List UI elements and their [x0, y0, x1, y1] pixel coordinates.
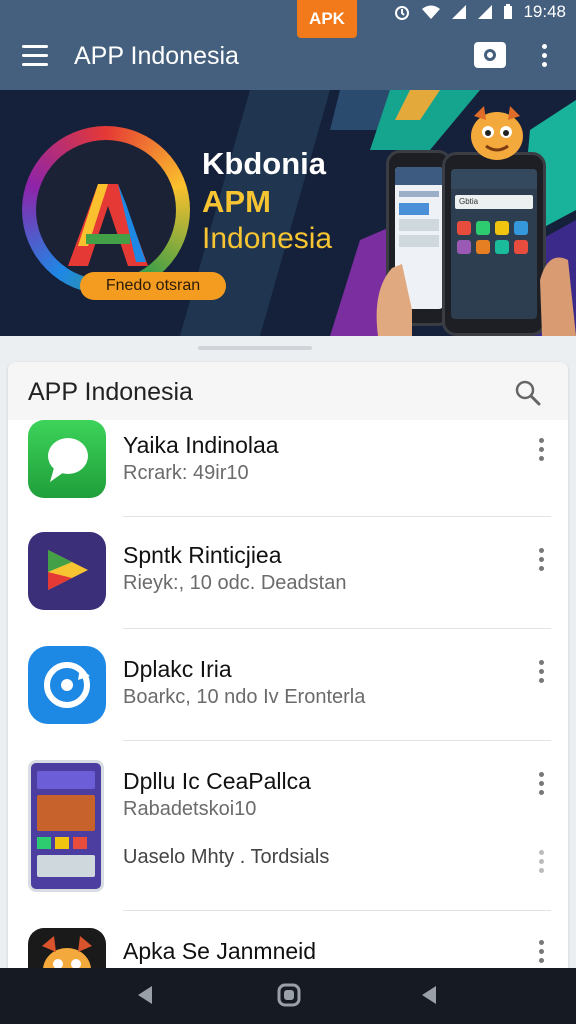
item-name: Spntk Rinticjiea	[123, 542, 282, 568]
divider	[123, 628, 551, 629]
divider	[123, 516, 551, 517]
status-icons: 19:48	[393, 2, 566, 22]
item-more-icon[interactable]	[536, 772, 546, 800]
home-nav-icon[interactable]	[276, 982, 302, 1008]
camera-icon[interactable]	[474, 42, 506, 68]
phone-search-bar: Gbtia	[455, 195, 533, 209]
hand-illustration	[376, 257, 576, 336]
chat-app-icon	[28, 420, 106, 498]
item-more-icon[interactable]	[536, 660, 546, 688]
app-bar: APP Indonesia	[0, 26, 576, 90]
item-detail: Uaselo Mhty . Tordsials	[123, 846, 330, 868]
game-app-screenshot	[28, 760, 104, 892]
list-title: APP Indonesia	[28, 378, 193, 406]
item-subtitle: Rieyk:, 10 odc. Deadstan	[123, 572, 347, 594]
sync-app-icon	[28, 646, 106, 724]
banner-cta-button[interactable]: Fnedo otsran	[80, 272, 226, 300]
banner-headline-accent: APM	[202, 184, 271, 219]
list-item[interactable]: Dpllu Ic CeaPallca Rabadetskoi10 Uaselo …	[8, 754, 568, 904]
list-header: APP Indonesia	[8, 362, 568, 420]
list-item[interactable]: Yaika Indinolaa Rcrark: 49ir10	[8, 420, 568, 516]
alarm-icon	[395, 6, 410, 20]
item-subtitle: Boarkc, 10 ndo Iv Eronterla	[123, 686, 366, 708]
mascot-character-icon	[471, 106, 523, 160]
search-icon[interactable]	[515, 380, 541, 406]
item-more-icon[interactable]	[536, 940, 546, 968]
app-list-card: APP Indonesia Yaika Indinolaa Rcrark: 49…	[8, 362, 568, 982]
back-nav-icon[interactable]	[132, 982, 158, 1008]
app-logo	[22, 126, 190, 294]
item-more-icon-secondary[interactable]	[536, 850, 546, 878]
signal2-icon	[478, 5, 493, 19]
play-app-icon	[28, 532, 106, 610]
status-bar: 19:48	[0, 0, 576, 26]
banner-subheadline: Indonesia	[202, 222, 333, 255]
logo-a-icon	[68, 184, 148, 266]
overflow-menu-icon[interactable]	[538, 44, 550, 72]
item-name: Dpllu Ic CeaPallca	[123, 768, 311, 794]
item-name: Yaika Indinolaa	[123, 432, 279, 458]
item-subtitle: Rcrark: 49ir10	[123, 462, 249, 484]
list-item[interactable]: Dplakc Iria Boarkc, 10 ndo Iv Eronterla	[8, 642, 568, 740]
signal-icon	[452, 5, 467, 19]
recents-nav-icon[interactable]	[416, 982, 442, 1008]
status-time: 19:48	[523, 2, 566, 21]
banner-headline: Kbdonia	[202, 146, 326, 181]
item-name: Apka Se Janmneid	[123, 938, 317, 964]
promo-banner[interactable]: Fnedo otsran Kbdonia APM Indonesia Gbtia	[0, 90, 576, 336]
item-more-icon[interactable]	[536, 548, 546, 576]
item-more-icon[interactable]	[536, 438, 546, 466]
item-name: Dplakc Iria	[123, 656, 232, 682]
app-title: APP Indonesia	[74, 42, 239, 70]
item-subtitle: Rabadetskoi10	[123, 798, 257, 820]
battery-icon	[504, 4, 513, 19]
divider	[123, 740, 551, 741]
apk-badge[interactable]: APK	[297, 0, 357, 38]
list-item[interactable]: Spntk Rinticjiea Rieyk:, 10 odc. Deadsta…	[8, 530, 568, 626]
system-nav-bar	[0, 968, 576, 1024]
drag-handle[interactable]	[198, 346, 312, 350]
wifi-icon	[422, 5, 441, 19]
menu-icon[interactable]	[22, 45, 48, 67]
divider	[123, 910, 551, 911]
